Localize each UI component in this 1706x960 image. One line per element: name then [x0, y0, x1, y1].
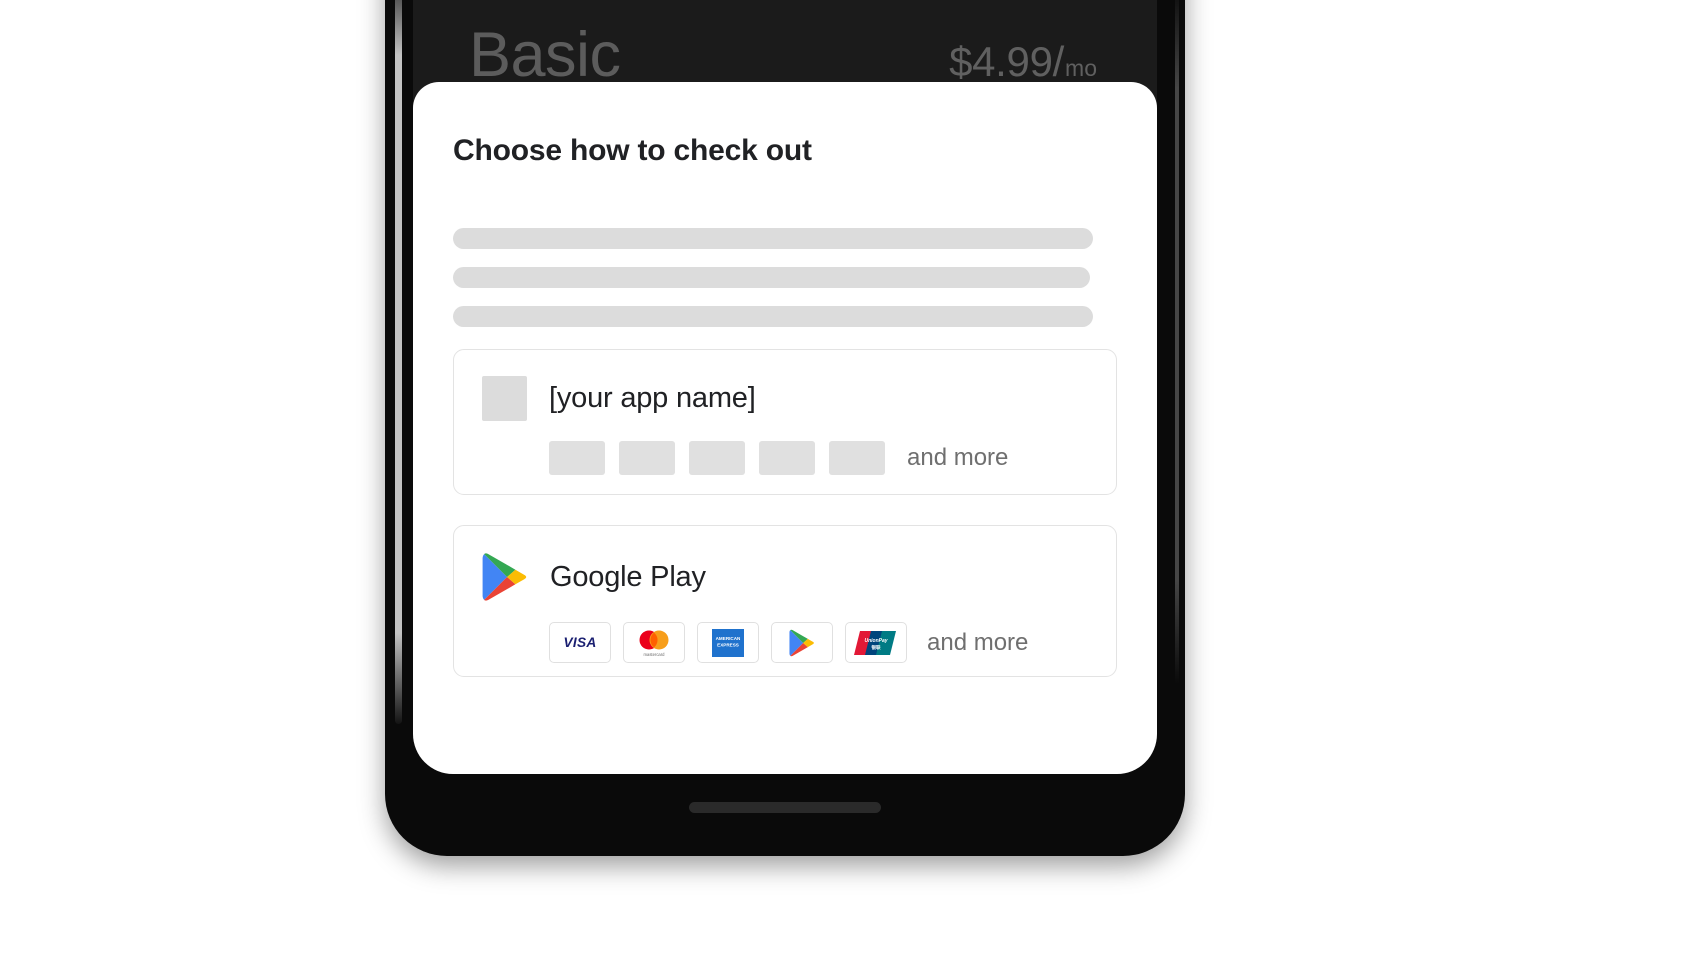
checkout-option-app[interactable]: [your app name] and more [453, 349, 1117, 495]
method-placeholder-icon [689, 441, 745, 475]
svg-text:银联: 银联 [870, 644, 881, 651]
checkout-bottom-sheet: Choose how to check out [your app name] [413, 82, 1157, 774]
plan-price-group: $4.99/ mo [949, 38, 1097, 86]
method-placeholder-icon [619, 441, 675, 475]
skeleton-placeholder-block [453, 228, 1117, 327]
option-google-play-methods-row: VISA mastercard AMERICAN EXPRESS UnionPa… [482, 622, 1086, 663]
svg-text:AMERICAN: AMERICAN [716, 636, 741, 641]
skeleton-line [453, 267, 1090, 288]
svg-text:VISA: VISA [563, 635, 596, 650]
option-app-and-more: and more [907, 444, 1009, 471]
app-icon-placeholder-icon [482, 376, 527, 421]
google-play-balance-icon [771, 622, 833, 663]
screenshot-stage: Basic $4.99/ mo 1-month free trial, then… [0, 0, 1706, 960]
plan-price: $4.99/ [949, 38, 1065, 85]
phone-bezel-highlight-left [395, 0, 402, 724]
option-app-label: [your app name] [549, 382, 756, 414]
unionpay-icon: UnionPay 银联 [845, 622, 907, 663]
skeleton-line [453, 228, 1093, 249]
american-express-icon: AMERICAN EXPRESS [697, 622, 759, 663]
sheet-title: Choose how to check out [453, 134, 812, 167]
visa-icon: VISA [549, 622, 611, 663]
option-google-play-and-more: and more [927, 628, 1029, 656]
phone-bezel-highlight-right [1175, 0, 1179, 684]
skeleton-line [453, 306, 1093, 327]
svg-text:mastercard: mastercard [644, 652, 666, 657]
plan-row: Basic $4.99/ mo [469, 24, 1101, 87]
option-google-play-header: Google Play [482, 552, 1086, 602]
method-placeholder-icon [759, 441, 815, 475]
svg-text:EXPRESS: EXPRESS [717, 642, 739, 647]
plan-name: Basic [469, 20, 621, 90]
option-app-methods-row: and more [482, 441, 1086, 475]
option-app-header: [your app name] [482, 376, 1086, 421]
phone-screen: Basic $4.99/ mo 1-month free trial, then… [413, 0, 1157, 774]
home-indicator[interactable] [689, 802, 881, 813]
mastercard-icon: mastercard [623, 622, 685, 663]
option-google-play-label: Google Play [550, 560, 706, 593]
checkout-option-google-play[interactable]: Google Play VISA mastercard AMERICAN EXP… [453, 525, 1117, 677]
method-placeholder-icon [829, 441, 885, 475]
svg-text:UnionPay: UnionPay [864, 638, 887, 644]
method-placeholder-icon [549, 441, 605, 475]
phone-device-frame: Basic $4.99/ mo 1-month free trial, then… [385, 0, 1185, 856]
plan-price-period: mo [1065, 55, 1097, 81]
google-play-icon [482, 552, 528, 602]
